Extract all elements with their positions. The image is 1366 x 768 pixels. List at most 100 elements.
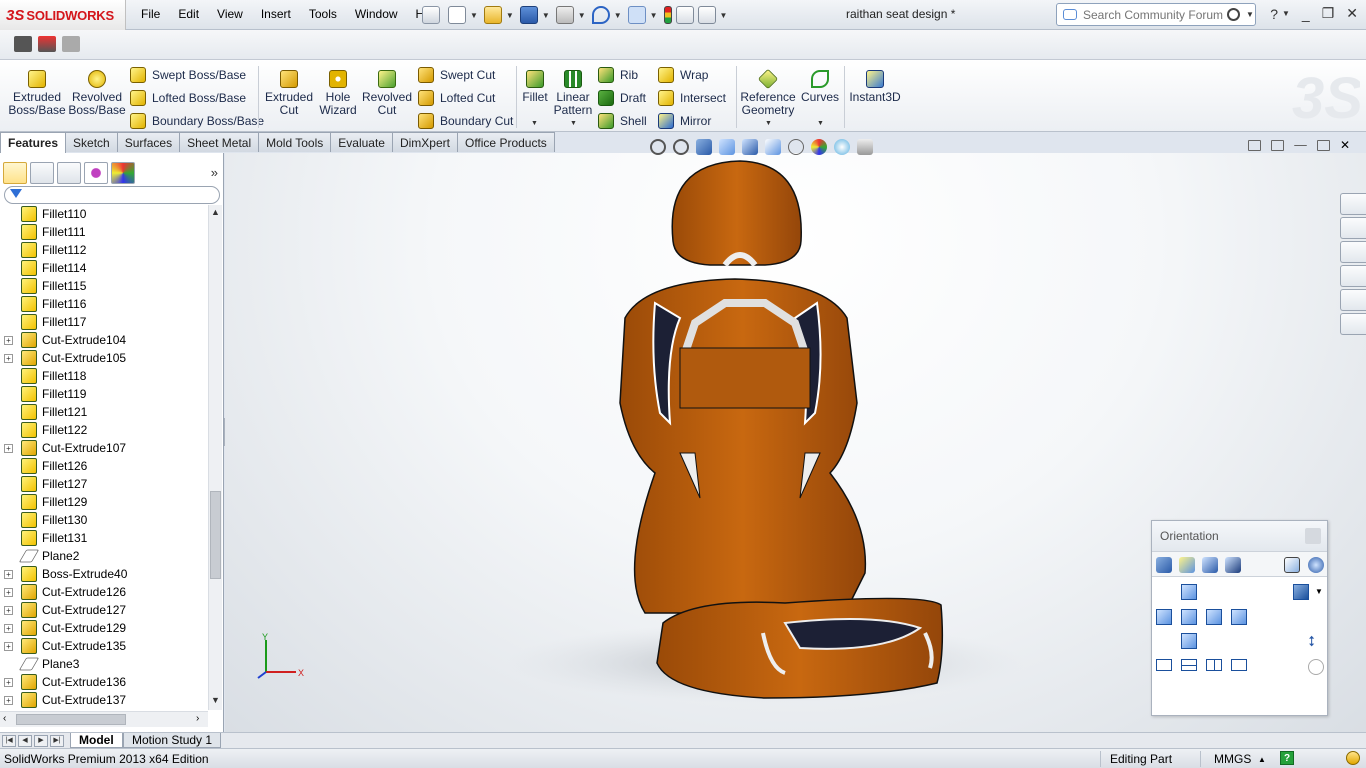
- expand-icon[interactable]: +: [4, 624, 13, 633]
- select-cursor-icon[interactable]: [627, 6, 646, 24]
- property-manager-icon[interactable]: [30, 162, 54, 184]
- tree-item[interactable]: + Cut-Extrude127: [0, 601, 208, 619]
- section-view-icon[interactable]: [719, 139, 735, 155]
- two-view-vertical-icon[interactable]: [1206, 659, 1222, 671]
- tree-item[interactable]: + Cut-Extrude104: [0, 331, 208, 349]
- tree-item[interactable]: Fillet129: [0, 493, 208, 511]
- tab-sheet-metal[interactable]: Sheet Metal: [179, 132, 260, 152]
- swept-cut-button[interactable]: Swept Cut: [418, 66, 495, 84]
- units-chevron-icon[interactable]: ▲: [1258, 755, 1266, 764]
- view-palette-icon[interactable]: [1340, 265, 1366, 287]
- new-view-icon[interactable]: [1179, 557, 1195, 573]
- hole-wizard-button[interactable]: Hole Wizard: [318, 70, 358, 117]
- scroll-left-icon[interactable]: ‹: [3, 713, 6, 724]
- scroll-right-icon[interactable]: ›: [196, 713, 199, 724]
- tree-vertical-scrollbar[interactable]: ▲ ▼: [208, 205, 222, 710]
- tree-item[interactable]: + Boss-Extrude40: [0, 565, 208, 583]
- tree-item[interactable]: Fillet116: [0, 295, 208, 313]
- next-tab-icon[interactable]: ▶: [34, 735, 48, 747]
- left-view-icon[interactable]: [1156, 609, 1172, 625]
- chevron-down-icon[interactable]: ▼: [765, 120, 772, 127]
- custom-properties-icon[interactable]: [1340, 313, 1366, 335]
- viewport-button[interactable]: [1270, 140, 1284, 151]
- rebuild-icon[interactable]: [663, 6, 672, 24]
- shell-button[interactable]: Shell: [598, 112, 647, 130]
- tree-item[interactable]: + Cut-Extrude126: [0, 583, 208, 601]
- close-icon[interactable]: [1305, 528, 1321, 544]
- file-properties-icon[interactable]: [675, 6, 694, 24]
- tab-office-products[interactable]: Office Products: [456, 132, 555, 152]
- lofted-cut-button[interactable]: Lofted Cut: [418, 89, 495, 107]
- close-button[interactable]: ✕: [1340, 139, 1350, 151]
- hide-show-items-icon[interactable]: [788, 139, 804, 155]
- units-selector[interactable]: MMGS: [1214, 752, 1251, 766]
- search-box[interactable]: ▼: [1056, 3, 1256, 26]
- zoom-to-area-icon[interactable]: [673, 139, 689, 155]
- normal-to-icon[interactable]: ⭥: [1308, 633, 1316, 650]
- search-icon[interactable]: [1227, 8, 1240, 21]
- tree-item[interactable]: Fillet117: [0, 313, 208, 331]
- stop-record-icon[interactable]: [62, 36, 80, 52]
- chevron-down-icon[interactable]: ▼: [817, 120, 824, 127]
- view-selector-icon[interactable]: [1284, 557, 1300, 573]
- chevron-down-icon[interactable]: ▼: [720, 11, 728, 20]
- solidworks-logo[interactable]: 3S SOLIDWORKS: [0, 0, 126, 30]
- view-settings-icon[interactable]: [857, 139, 873, 155]
- tree-item[interactable]: Fillet114: [0, 259, 208, 277]
- draft-button[interactable]: Draft: [598, 89, 646, 107]
- tree-filter-input[interactable]: [4, 186, 220, 204]
- tree-item[interactable]: Fillet131: [0, 529, 208, 547]
- expand-icon[interactable]: +: [4, 642, 13, 651]
- four-view-icon[interactable]: [1231, 659, 1247, 671]
- tab-surfaces[interactable]: Surfaces: [116, 132, 181, 152]
- dimxpert-manager-icon[interactable]: [84, 162, 108, 184]
- restore-button[interactable]: [1316, 140, 1330, 151]
- menu-insert[interactable]: Insert: [252, 7, 300, 21]
- wrap-button[interactable]: Wrap: [658, 66, 708, 84]
- tree-item[interactable]: Fillet118: [0, 367, 208, 385]
- revolved-cut-button[interactable]: Revolved Cut: [360, 70, 414, 117]
- reference-geometry-button[interactable]: Reference Geometry: [740, 68, 796, 117]
- link-view-icon[interactable]: [1308, 557, 1324, 573]
- top-view-icon[interactable]: [1181, 609, 1197, 625]
- tree-item[interactable]: Fillet130: [0, 511, 208, 529]
- extruded-cut-button[interactable]: Extruded Cut: [262, 70, 316, 117]
- revolved-boss-button[interactable]: Revolved Boss/Base: [68, 70, 126, 117]
- display-manager-icon[interactable]: [111, 162, 135, 184]
- tree-item[interactable]: Fillet110: [0, 205, 208, 223]
- menu-tools[interactable]: Tools: [300, 7, 346, 21]
- last-tab-icon[interactable]: ▶|: [50, 735, 64, 747]
- expand-icon[interactable]: +: [4, 588, 13, 597]
- print-icon[interactable]: [555, 6, 574, 24]
- tree-item[interactable]: Fillet111: [0, 223, 208, 241]
- camera-icon[interactable]: [14, 36, 32, 52]
- chevron-down-icon[interactable]: ▼: [506, 11, 514, 20]
- expand-icon[interactable]: +: [4, 444, 13, 453]
- tree-item[interactable]: Fillet126: [0, 457, 208, 475]
- tree-item[interactable]: Fillet122: [0, 421, 208, 439]
- tree-horizontal-scrollbar[interactable]: ‹ ›: [0, 711, 208, 727]
- file-explorer-icon[interactable]: [1340, 241, 1366, 263]
- record-icon[interactable]: [38, 36, 56, 52]
- viewport-button[interactable]: [1247, 140, 1261, 151]
- tree-item[interactable]: Fillet121: [0, 403, 208, 421]
- fillet-button[interactable]: Fillet: [520, 70, 550, 104]
- link-views-icon[interactable]: [1308, 659, 1324, 675]
- view-orientation-icon[interactable]: [742, 139, 758, 155]
- tree-item[interactable]: + Cut-Extrude105: [0, 349, 208, 367]
- tab-dimxpert[interactable]: DimXpert: [391, 132, 458, 152]
- display-style-icon[interactable]: [765, 139, 781, 155]
- single-view-icon[interactable]: [1156, 659, 1172, 671]
- options-icon[interactable]: [697, 6, 716, 24]
- chevron-down-icon[interactable]: ▼: [578, 11, 586, 20]
- right-view-icon[interactable]: [1206, 609, 1222, 625]
- tab-model[interactable]: Model: [70, 733, 123, 748]
- extruded-boss-button[interactable]: Extruded Boss/Base: [8, 70, 66, 117]
- tab-mold-tools[interactable]: Mold Tools: [258, 132, 332, 152]
- tree-item[interactable]: + Cut-Extrude135: [0, 637, 208, 655]
- restore-button[interactable]: ❐: [1322, 5, 1335, 22]
- configuration-manager-icon[interactable]: [57, 162, 81, 184]
- tab-features[interactable]: Features: [0, 132, 67, 153]
- tab-sketch[interactable]: Sketch: [65, 132, 118, 152]
- back-view-icon[interactable]: [1231, 609, 1247, 625]
